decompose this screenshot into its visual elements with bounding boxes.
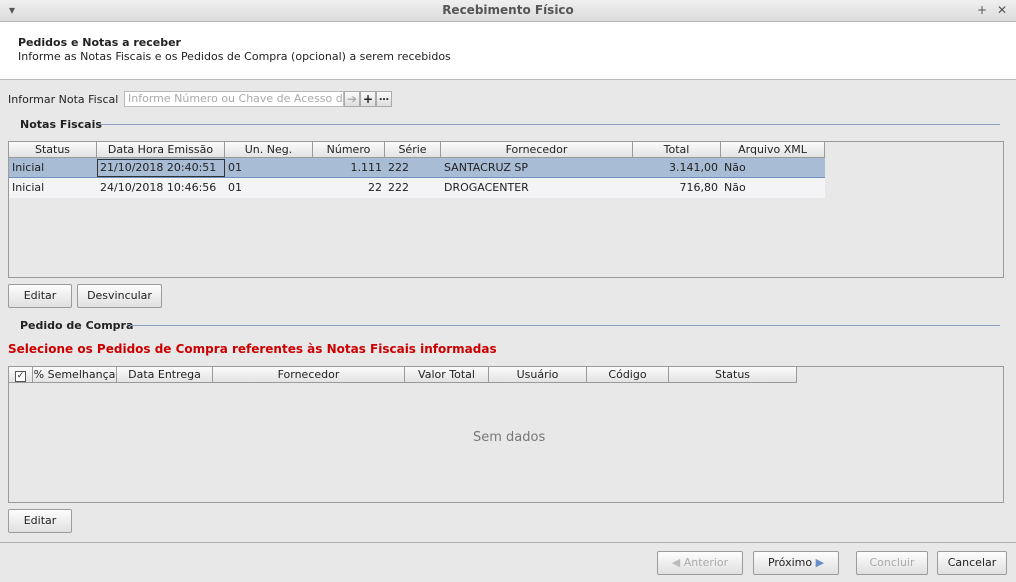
table-row[interactable]: Inicial 21/10/2018 20:40:51 01 1.111 222… (9, 158, 825, 178)
previous-button[interactable]: ◀ Anterior (657, 551, 743, 575)
finish-button[interactable]: Concluir (856, 551, 928, 575)
cell-total: 716,80 (679, 181, 719, 194)
notas-table[interactable]: Status Data Hora Emissão Un. Neg. Número… (8, 141, 1004, 278)
col-header[interactable]: Status (9, 142, 97, 158)
maximize-icon[interactable]: + (974, 2, 990, 18)
header-subtitle: Informe as Notas Fiscais e os Pedidos de… (18, 50, 451, 63)
arrow-right-icon[interactable]: ➔ (344, 91, 360, 107)
checkmark-icon: ✓ (15, 371, 26, 382)
cell-series: 222 (388, 181, 409, 194)
wizard-footer: ◀ Anterior Próximo ▶ Concluir Cancelar (0, 542, 1016, 582)
col-header[interactable]: % Semelhança (33, 367, 117, 383)
col-header[interactable]: Fornecedor (441, 142, 633, 158)
cell-unit: 01 (228, 181, 242, 194)
nf-search-input[interactable]: Informe Número ou Chave de Acesso da (124, 91, 344, 107)
cancel-button[interactable]: Cancelar (937, 551, 1007, 575)
table-row[interactable]: Inicial 24/10/2018 10:46:56 01 22 222 DR… (9, 178, 825, 198)
cell-date: 21/10/2018 20:40:51 (97, 159, 225, 177)
notas-section-title: Notas Fiscais (20, 118, 102, 131)
cell-status: Inicial (12, 181, 45, 194)
close-icon[interactable]: ✕ (994, 2, 1010, 18)
col-header[interactable]: Un. Neg. (225, 142, 313, 158)
arrow-left-icon: ◀ (671, 556, 684, 569)
empty-state: Sem dados (473, 430, 546, 445)
previous-label: Anterior (683, 556, 729, 569)
cell-xml: Não (724, 161, 746, 174)
cell-date-wrap: 21/10/2018 20:40:51 (97, 158, 225, 178)
pedidos-section-title: Pedido de Compra (20, 319, 134, 332)
cell-xml: Não (724, 181, 746, 194)
cell-unit: 01 (228, 161, 242, 174)
cell-number: 22 (368, 181, 382, 194)
title-bar: ▾ Recebimento Físico + ✕ (0, 0, 1016, 22)
window-title: Recebimento Físico (442, 3, 574, 17)
main-panel: Informar Nota Fiscal Informe Número ou C… (0, 80, 1016, 542)
next-button[interactable]: Próximo ▶ (753, 551, 839, 575)
col-header[interactable]: Data Hora Emissão (97, 142, 225, 158)
cell-status: Inicial (12, 161, 45, 174)
unlink-button[interactable]: Desvincular (77, 284, 162, 308)
col-header[interactable]: Total (633, 142, 721, 158)
cell-supplier: DROGACENTER (444, 181, 529, 194)
col-header[interactable]: Status (669, 367, 797, 383)
cell-series: 222 (388, 161, 409, 174)
col-header[interactable]: Número (313, 142, 385, 158)
cell-supplier: SANTACRUZ SP (444, 161, 528, 174)
cell-total: 3.141,00 (669, 161, 718, 174)
nf-input-label: Informar Nota Fiscal (8, 93, 119, 106)
col-header[interactable]: Data Entrega (117, 367, 213, 383)
col-header[interactable]: Usuário (489, 367, 587, 383)
pedidos-table-header: ✓ % Semelhança Data Entrega Fornecedor V… (9, 367, 797, 383)
col-header[interactable]: Fornecedor (213, 367, 405, 383)
more-options-icon[interactable]: … (376, 91, 392, 107)
col-header[interactable]: Valor Total (405, 367, 489, 383)
add-icon[interactable]: + (360, 91, 376, 107)
next-label: Próximo (767, 556, 813, 569)
col-header[interactable]: Código (587, 367, 669, 383)
pedidos-edit-button[interactable]: Editar (8, 509, 72, 533)
col-header[interactable]: Série (385, 142, 441, 158)
pedidos-warning: Selecione os Pedidos de Compra referente… (8, 342, 497, 356)
pedidos-divider (130, 325, 1000, 326)
notas-divider (100, 124, 1000, 125)
cell-date: 24/10/2018 10:46:56 (100, 181, 217, 194)
notas-edit-button[interactable]: Editar (8, 284, 72, 308)
col-header[interactable]: Arquivo XML (721, 142, 825, 158)
arrow-right-icon: ▶ (812, 556, 825, 569)
dialog-header: Pedidos e Notas a receber Informe as Not… (0, 22, 1016, 80)
cell-number: 1.111 (350, 161, 383, 174)
notas-table-header: Status Data Hora Emissão Un. Neg. Número… (9, 142, 825, 158)
select-all-checkbox[interactable]: ✓ (9, 367, 33, 383)
header-title: Pedidos e Notas a receber (18, 36, 181, 49)
pedidos-table[interactable]: ✓ % Semelhança Data Entrega Fornecedor V… (8, 366, 1004, 503)
